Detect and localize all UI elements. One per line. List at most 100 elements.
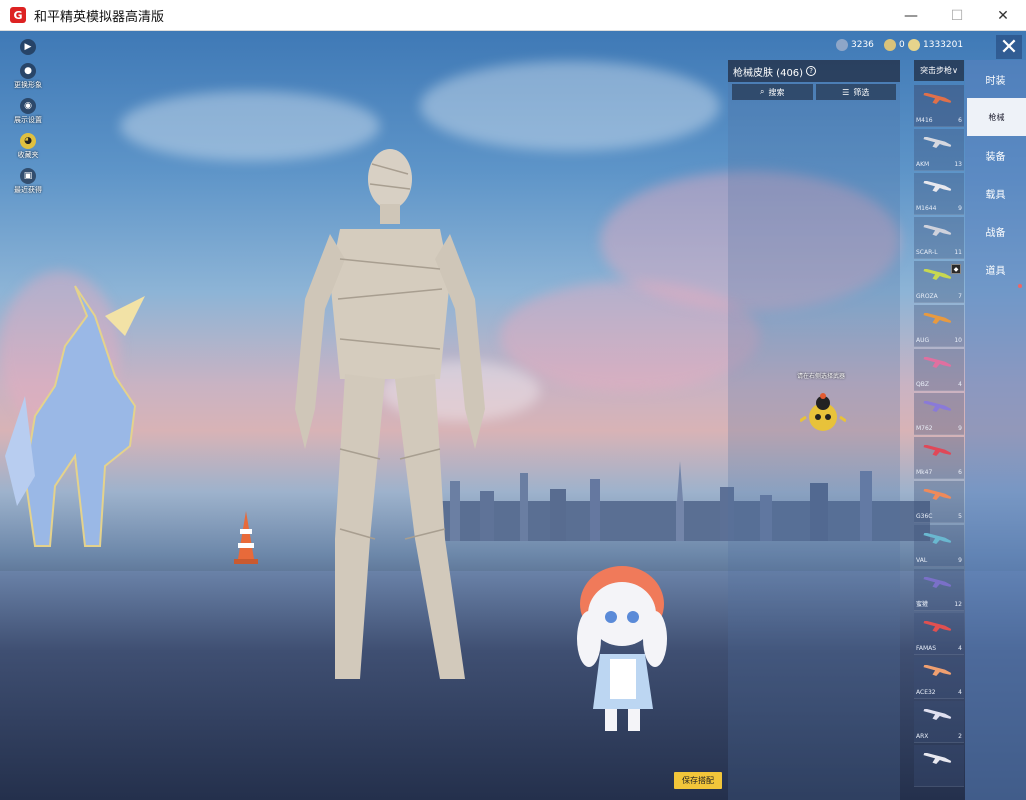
weapon-name: AKM xyxy=(916,161,930,168)
tab-5[interactable]: 道具 xyxy=(965,250,1026,288)
filter-button[interactable]: ☰ 筛选 xyxy=(815,84,896,100)
weapon-item[interactable]: QBZ 4 xyxy=(914,349,964,391)
tab-0[interactable]: 时装 xyxy=(965,60,1026,98)
character-hint: 请在右侧选择武器 xyxy=(797,373,846,380)
weapon-item[interactable]: Mk47 6 xyxy=(914,437,964,479)
rifle-icon xyxy=(923,621,952,633)
tab-label: 枪械 xyxy=(988,112,1005,122)
gem-icon xyxy=(908,39,920,51)
category-select-value: 突击步枪 xyxy=(920,66,953,75)
weapon-name: ACE32 xyxy=(916,689,936,696)
left-menu-label: 更换形象 xyxy=(14,81,42,89)
filter-icon: ☰ xyxy=(842,87,850,97)
weapon-skin-count: 13 xyxy=(954,161,962,168)
game-viewport: ▶ ● 更换形象 ◉ 展示设置 ◕ 收藏夹 ▣ 最近获得 3236 0 1333… xyxy=(0,31,1026,800)
search-button[interactable]: ⌕ 搜索 xyxy=(732,84,813,100)
pet-doll[interactable] xyxy=(575,559,670,739)
category-select[interactable]: 突击步枪 ∨ xyxy=(914,60,964,81)
weapon-skin-count: 10 xyxy=(954,337,962,344)
weapon-name: SCAR-L xyxy=(916,249,938,256)
player-character[interactable] xyxy=(290,149,490,694)
currency-value: 1333201 xyxy=(923,40,964,50)
weapon-skin-count: 9 xyxy=(958,425,962,432)
rifle-icon xyxy=(923,445,952,457)
traffic-cone xyxy=(234,511,258,564)
filter-label: 筛选 xyxy=(853,87,870,97)
left-menu-play[interactable]: ▶ xyxy=(8,39,48,55)
rifle-icon xyxy=(923,401,952,413)
left-menu-change-avatar[interactable]: ● 更换形象 xyxy=(8,63,48,90)
tab-label: 载具 xyxy=(985,189,1006,201)
weapon-skin-count: 4 xyxy=(958,645,962,652)
rifle-icon xyxy=(923,577,952,589)
weapon-name: FAMAS xyxy=(916,645,937,652)
tab-2[interactable]: 装备 xyxy=(965,136,1026,174)
help-icon[interactable]: ? xyxy=(806,66,817,76)
weapon-name: M1644 xyxy=(916,205,937,212)
weapon-name: M762 xyxy=(916,425,933,432)
tab-4[interactable]: 战备 xyxy=(965,212,1026,250)
weapon-item[interactable]: G36C 5 xyxy=(914,481,964,523)
close-window-button[interactable]: ✕ xyxy=(980,0,1026,31)
weapon-item[interactable]: GROZA 7 ◆ xyxy=(914,261,964,303)
weapon-list[interactable]: M416 6 AKM 13 M1644 9 SCAR-L 11 GROZA 7 ◆ AUG 10 QBZ 4… xyxy=(914,85,964,800)
cloud xyxy=(420,61,720,151)
title-bar: G 和平精英模拟器高清版 — ☐ ✕ xyxy=(0,0,1026,31)
tab-3[interactable]: 载具 xyxy=(965,174,1026,212)
rifle-icon xyxy=(923,533,952,545)
tab-1[interactable]: 枪械 xyxy=(967,98,1026,136)
save-outfit-button[interactable]: 保存搭配 xyxy=(674,772,722,789)
search-icon: ⌕ xyxy=(760,87,765,96)
rifle-icon xyxy=(923,225,952,237)
window-title: 和平精英模拟器高清版 xyxy=(34,9,165,25)
weapon-item[interactable]: SCAR-L 11 xyxy=(914,217,964,259)
weapon-name: M416 xyxy=(916,117,933,124)
maximize-button[interactable]: ☐ xyxy=(934,0,980,31)
close-icon[interactable]: ✕ xyxy=(996,35,1022,60)
weapon-item[interactable]: FAMAS 4 xyxy=(914,613,964,655)
left-menu-favorites[interactable]: ◕ 收藏夹 xyxy=(8,133,48,160)
weapon-item[interactable]: M416 6 xyxy=(914,85,964,127)
notification-dot xyxy=(1018,284,1022,288)
weapon-name: ARX xyxy=(916,733,929,740)
avatar-icon: ● xyxy=(20,63,36,79)
weapon-name: AUG xyxy=(916,337,930,344)
coin-icon xyxy=(836,39,848,51)
rifle-icon xyxy=(923,93,952,105)
currency-gems: 1333201 xyxy=(908,39,963,51)
weapon-skin-count: 2 xyxy=(958,733,962,740)
preview-character[interactable] xyxy=(800,391,846,437)
weapon-skin-count: 11 xyxy=(954,249,962,256)
weapon-item[interactable]: M762 9 xyxy=(914,393,964,435)
weapon-item[interactable] xyxy=(914,745,964,787)
weapon-item[interactable]: ARX 2 xyxy=(914,701,964,743)
token-icon xyxy=(884,39,896,51)
weapon-item[interactable]: M1644 9 xyxy=(914,173,964,215)
left-menu-display-settings[interactable]: ◉ 展示设置 xyxy=(8,98,48,125)
skin-panel-title: 枪械皮肤 (406) xyxy=(733,67,804,79)
weapon-skin-count: 6 xyxy=(958,469,962,476)
rifle-icon xyxy=(923,181,952,193)
weapon-skin-count: 4 xyxy=(958,381,962,388)
weapon-item[interactable]: VAL 9 xyxy=(914,525,964,567)
skin-tools: ⌕ 搜索 ☰ 筛选 xyxy=(728,84,900,100)
currency-tokens: 0 xyxy=(884,39,905,51)
weapon-item[interactable]: AKM 13 xyxy=(914,129,964,171)
left-menu-label: 收藏夹 xyxy=(17,151,39,159)
rifle-icon xyxy=(923,269,952,281)
minimize-button[interactable]: — xyxy=(888,0,934,31)
weapon-skin-count: 6 xyxy=(958,117,962,124)
weapon-name: GROZA xyxy=(916,293,938,300)
tab-label: 战备 xyxy=(985,227,1006,239)
left-menu-recent[interactable]: ▣ 最近获得 xyxy=(8,168,48,195)
chevron-down-icon: ∨ xyxy=(952,66,958,75)
currency-value: 3236 xyxy=(851,40,874,50)
weapon-item[interactable]: ACE32 4 xyxy=(914,657,964,699)
weapon-item[interactable]: 蜜獾 12 xyxy=(914,569,964,611)
weapon-item[interactable]: AUG 10 xyxy=(914,305,964,347)
app-logo-icon: G xyxy=(10,7,26,23)
unicorn-mount xyxy=(5,285,145,547)
rifle-icon xyxy=(923,709,952,721)
rifle-icon xyxy=(923,137,952,149)
weapon-name: VAL xyxy=(916,557,928,564)
